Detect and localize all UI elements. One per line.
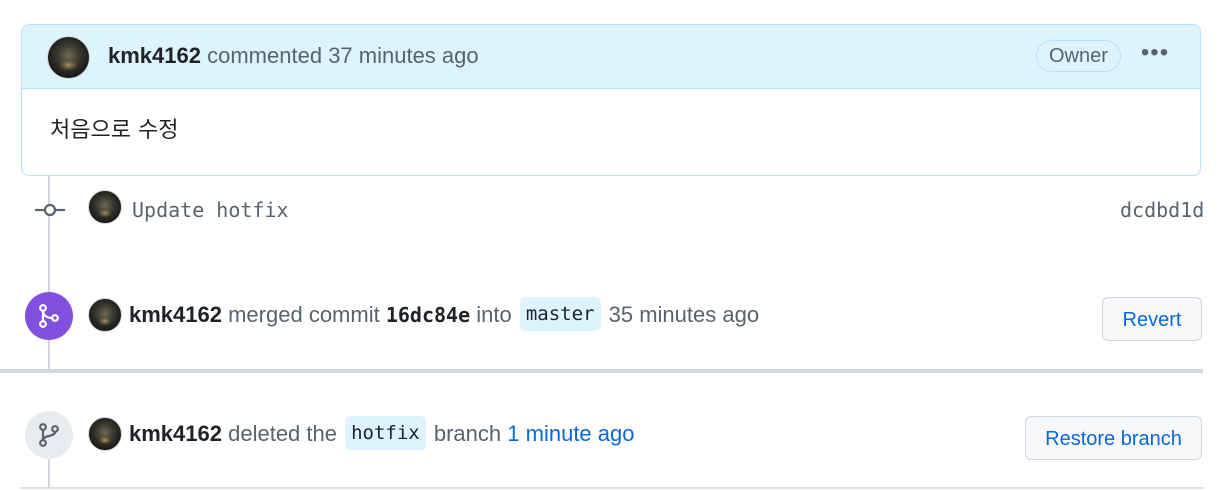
avatar[interactable] [88, 190, 122, 224]
revert-button[interactable]: Revert [1102, 297, 1202, 341]
delete-time[interactable]: 1 minute ago [507, 421, 634, 446]
delete-suffix: branch [433, 420, 502, 446]
deleted-badge [25, 411, 73, 459]
commit-message[interactable]: Update hotfix [132, 197, 289, 223]
comment-header: kmk4162 commented 37 minutes ago Owner •… [22, 25, 1200, 89]
comment-author[interactable]: kmk4162 [108, 43, 201, 68]
merge-event-text: kmk4162 merged commit 16dc84e into maste… [129, 297, 759, 333]
delete-event-text: kmk4162 deleted the hotfix branch 1 minu… [129, 416, 634, 452]
merge-author[interactable]: kmk4162 [129, 302, 222, 327]
git-commit-icon [35, 203, 65, 217]
git-merge-icon [39, 304, 59, 328]
kebab-horizontal-icon[interactable]: ••• [1140, 40, 1170, 70]
timeline-line [48, 340, 50, 369]
timeline-line [48, 176, 50, 292]
merged-badge [25, 292, 73, 340]
timeline-line [48, 459, 50, 487]
comment-action: commented [207, 43, 323, 68]
comment-time[interactable]: 37 minutes ago [328, 43, 478, 68]
avatar[interactable] [47, 36, 90, 79]
restore-branch-button[interactable]: Restore branch [1025, 416, 1202, 460]
merge-time[interactable]: 35 minutes ago [609, 302, 759, 327]
merge-commit-sha[interactable]: 16dc84e [386, 303, 470, 327]
timeline-bottom-divider [21, 487, 1203, 489]
delete-author[interactable]: kmk4162 [129, 421, 222, 446]
merge-verb: merged commit [228, 301, 380, 327]
comment-header-text: kmk4162 commented 37 minutes ago [108, 43, 479, 69]
avatar[interactable] [88, 298, 122, 332]
delete-verb: deleted the [228, 420, 337, 446]
merge-into: into [476, 301, 512, 327]
git-branch-icon [39, 423, 59, 447]
commit-sha[interactable]: dcdbd1d [1120, 197, 1204, 223]
branch-name-master[interactable]: master [519, 297, 601, 331]
branch-name-hotfix[interactable]: hotfix [345, 416, 426, 450]
owner-badge: Owner [1036, 40, 1121, 72]
comment-body: 처음으로 수정 [50, 118, 179, 143]
avatar[interactable] [88, 417, 122, 451]
pull-request-timeline: kmk4162 commented 37 minutes ago Owner •… [0, 0, 1221, 490]
timeline-divider [0, 369, 1203, 373]
comment-box: kmk4162 commented 37 minutes ago Owner •… [21, 24, 1201, 176]
